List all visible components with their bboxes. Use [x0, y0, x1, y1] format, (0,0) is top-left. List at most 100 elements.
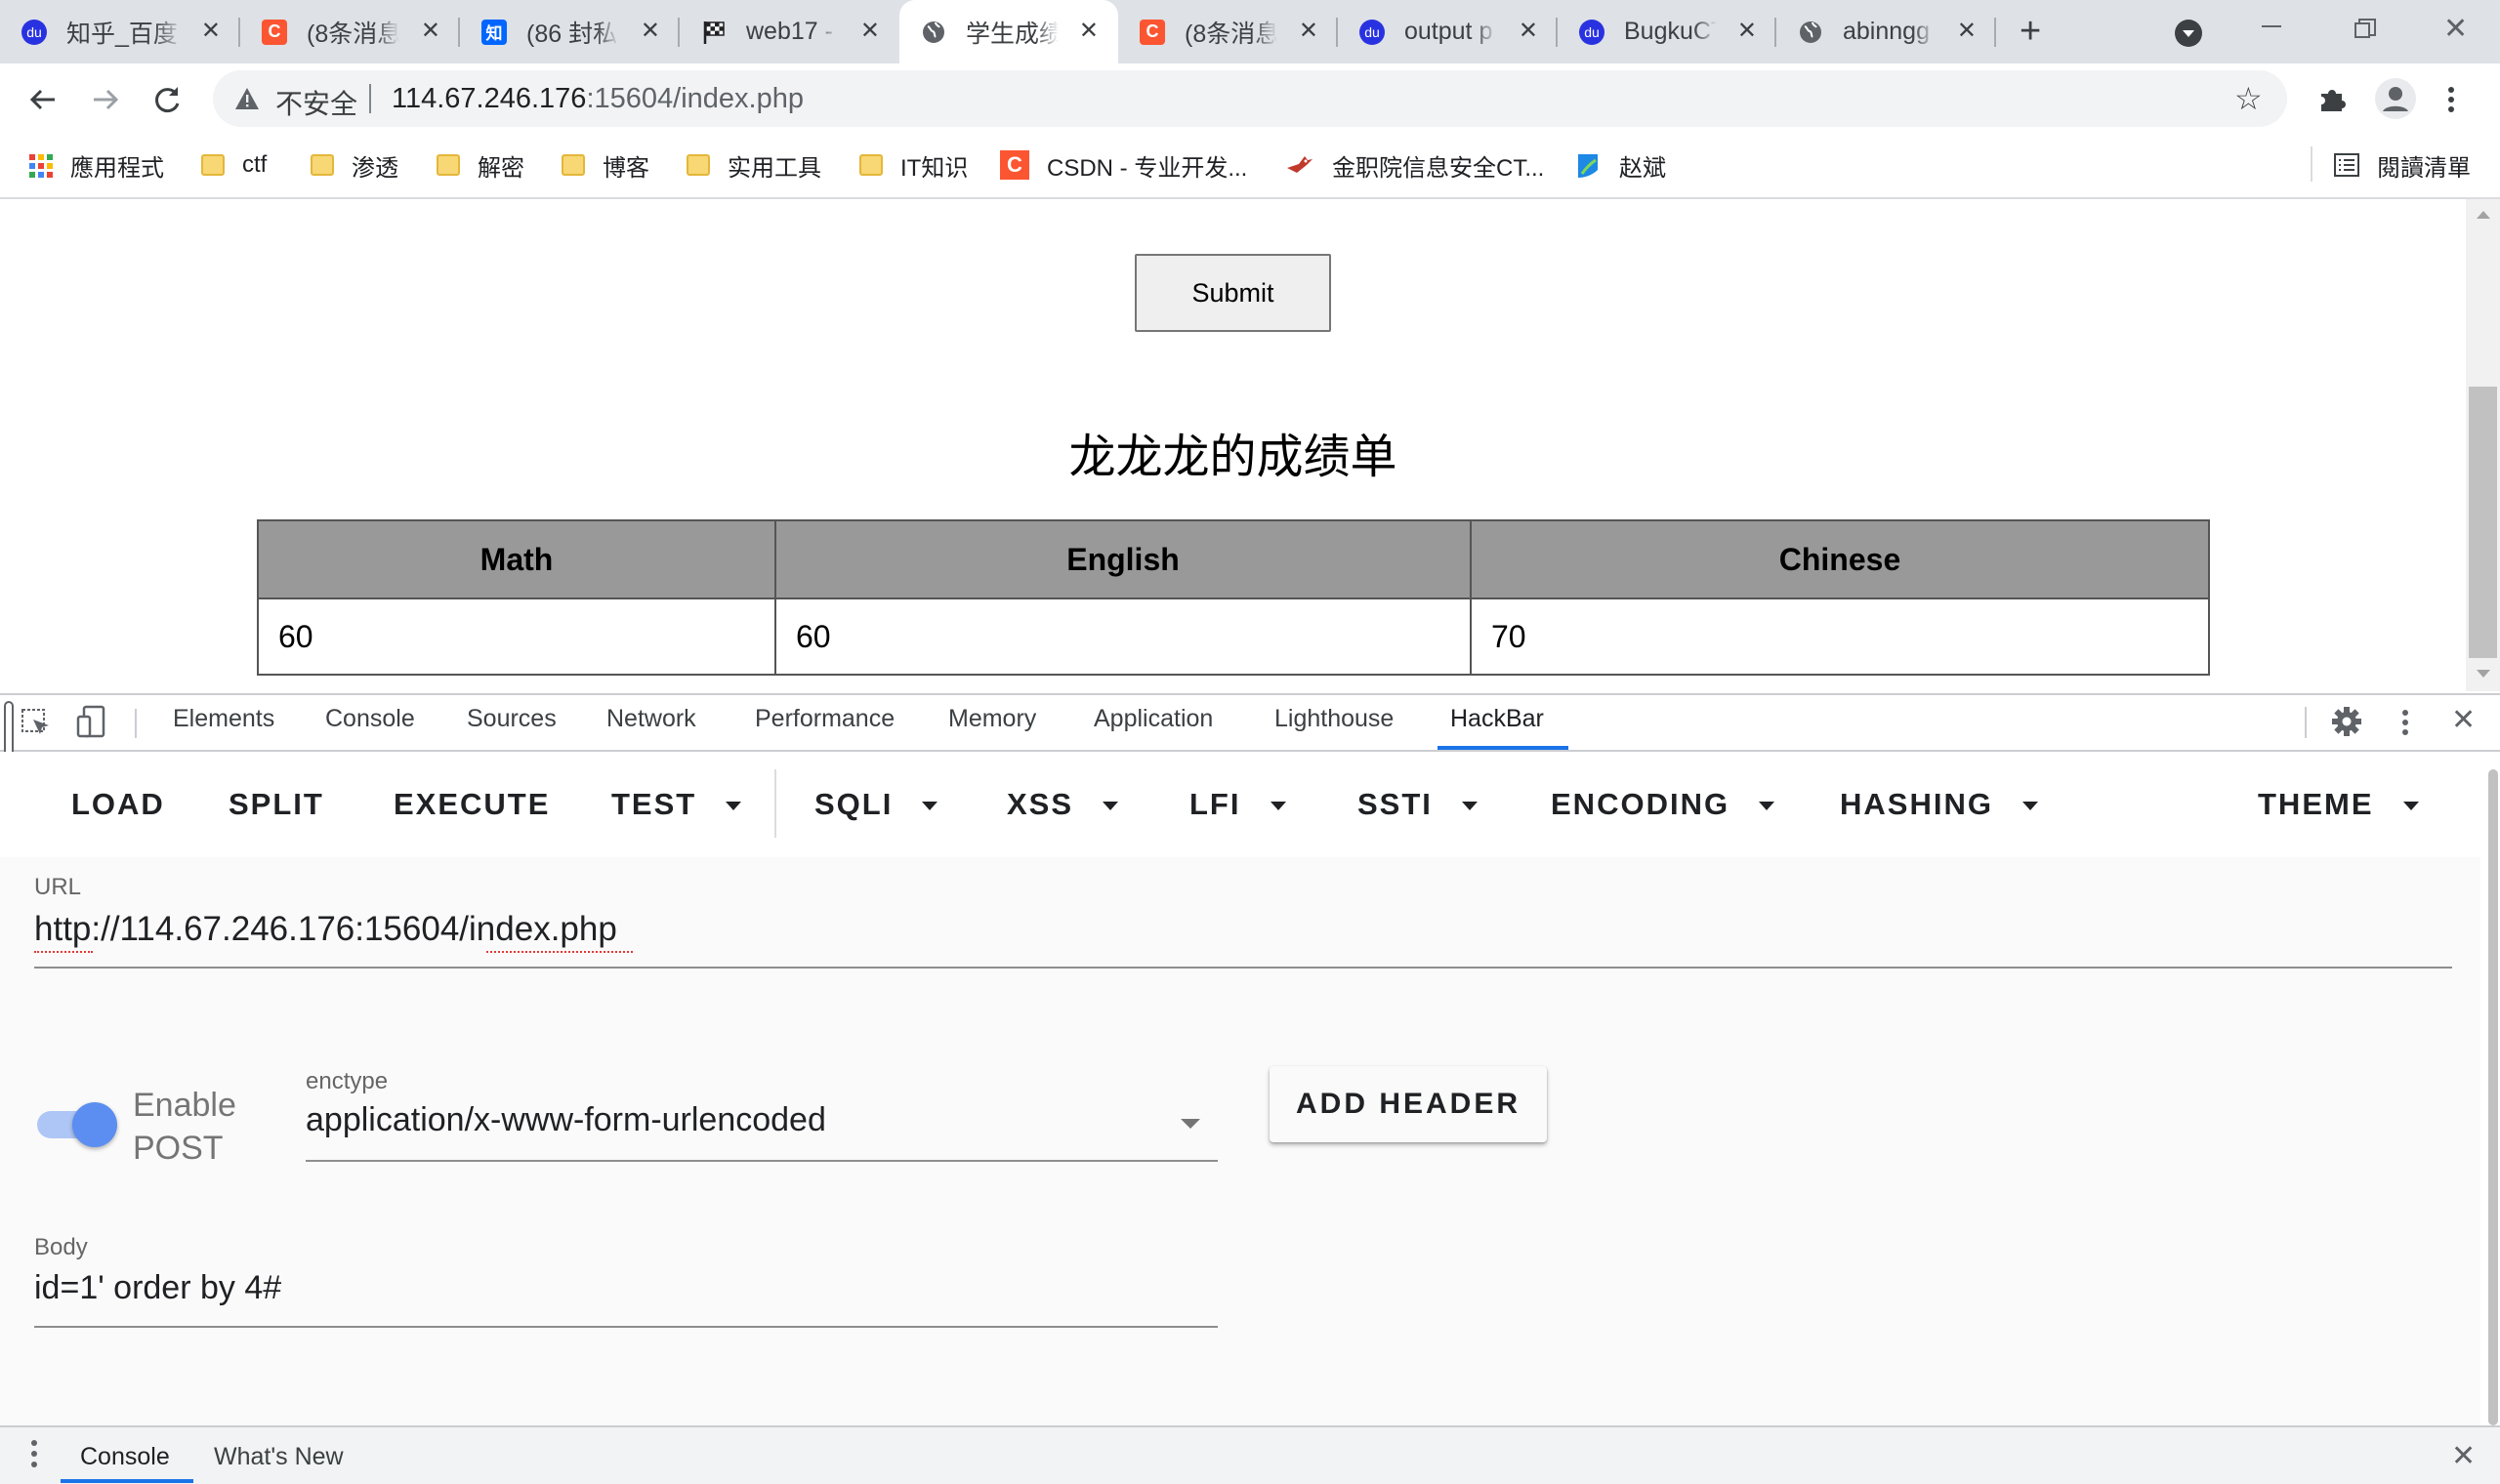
- enable-post-toggle-knob[interactable]: [72, 1102, 117, 1147]
- reload-icon[interactable]: [152, 84, 184, 115]
- body-field[interactable]: id=1' order by 4#: [34, 1269, 1218, 1328]
- submit-button[interactable]: Submit: [1135, 254, 1331, 332]
- scroll-up-arrow-icon[interactable]: [2477, 211, 2490, 219]
- tab-memory[interactable]: Memory: [948, 705, 1036, 733]
- tab-network[interactable]: Network: [606, 705, 696, 733]
- enctype-select[interactable]: application/x-www-form-urlencoded: [306, 1101, 1218, 1162]
- bookmark-folder-decrypt[interactable]: 解密: [437, 146, 524, 184]
- bookmark-csdn[interactable]: C CSDN - 专业开发...: [1000, 146, 1247, 184]
- bookmark-folder-tools[interactable]: 实用工具: [687, 146, 821, 184]
- hackbar-sqli-menu[interactable]: SQLI: [814, 787, 938, 822]
- bookmark-folder-it[interactable]: IT知识: [859, 146, 968, 184]
- tab-student-scores[interactable]: 学生成绩 ✕: [899, 0, 1118, 63]
- hackbar-theme-menu[interactable]: THEME: [2258, 787, 2419, 822]
- tab-csdn-messages[interactable]: C (8条消息 ✕: [240, 0, 460, 63]
- hackbar-ssti-menu[interactable]: SSTI: [1357, 787, 1478, 822]
- new-tab-plus-icon[interactable]: +: [2020, 13, 2041, 50]
- page-scrollbar-thumb[interactable]: [2469, 387, 2497, 658]
- hackbar-xss-menu[interactable]: XSS: [1007, 787, 1119, 822]
- tab-zhihu-messages[interactable]: 知 (86 封私信 ✕: [460, 0, 680, 63]
- bookmark-label: ctf: [242, 151, 268, 178]
- close-icon[interactable]: ✕: [1737, 18, 1757, 45]
- tab-zhihu-baidu[interactable]: du 知乎_百度 ✕: [0, 0, 240, 63]
- settings-gear-icon[interactable]: [2330, 705, 2363, 738]
- tab-csdn-messages-2[interactable]: C (8条消息 ✕: [1118, 0, 1338, 63]
- tab-hackbar[interactable]: HackBar: [1450, 705, 1544, 733]
- scroll-down-arrow-icon[interactable]: [2477, 670, 2490, 678]
- bookmark-folder-blog[interactable]: 博客: [562, 146, 649, 184]
- baidu-paw-icon: du: [1579, 19, 1604, 45]
- tab-title: output p: [1404, 18, 1493, 45]
- csdn-icon: C: [262, 19, 287, 45]
- back-arrow-icon[interactable]: [27, 84, 59, 115]
- folder-icon: [859, 154, 883, 176]
- tab-elements[interactable]: Elements: [173, 705, 274, 733]
- tab-search-icon[interactable]: [2175, 20, 2202, 47]
- close-icon[interactable]: ✕: [1299, 18, 1318, 45]
- dropdown-caret-icon: [1759, 802, 1775, 811]
- page-scrollbar[interactable]: [2466, 199, 2500, 691]
- hackbar-load-button[interactable]: LOAD: [71, 787, 165, 822]
- hackbar-execute-button[interactable]: EXECUTE: [394, 787, 550, 822]
- body-field-label: Body: [34, 1234, 88, 1260]
- tab-output[interactable]: du output p ✕: [1338, 0, 1558, 63]
- column-header-english: English: [774, 519, 1472, 599]
- hackbar-split-button[interactable]: SPLIT: [229, 787, 324, 822]
- globe-icon: [1798, 20, 1823, 45]
- bookmark-label: 渗透: [352, 154, 398, 182]
- forward-arrow-icon[interactable]: [90, 84, 121, 115]
- devtools-close-icon[interactable]: ✕: [2451, 703, 2476, 737]
- tab-title: 知乎_百度: [66, 20, 178, 48]
- devtools-menu-icon[interactable]: [2399, 707, 2411, 738]
- close-icon[interactable]: ✕: [1079, 18, 1099, 45]
- reading-list-button[interactable]: 閱讀清單: [2334, 146, 2471, 184]
- bookmark-star-icon[interactable]: ☆: [2234, 83, 2263, 114]
- device-toolbar-icon[interactable]: [76, 705, 107, 740]
- close-icon[interactable]: ✕: [1519, 18, 1538, 45]
- close-icon[interactable]: ✕: [421, 18, 440, 45]
- bookmark-ctf-site[interactable]: 金职院信息安全CT...: [1285, 146, 1544, 184]
- url-field[interactable]: http://114.67.246.176:15604/index.php: [34, 910, 2452, 969]
- browser-menu-icon[interactable]: [2445, 84, 2457, 115]
- extensions-puzzle-icon[interactable]: [2316, 84, 2348, 115]
- tab-sources[interactable]: Sources: [467, 705, 557, 733]
- tab-title: 学生成绩: [966, 20, 1059, 48]
- drawer-menu-icon[interactable]: [28, 1438, 40, 1469]
- hackbar-scrollbar-thumb[interactable]: [2488, 769, 2498, 1425]
- add-header-button[interactable]: ADD HEADER: [1270, 1066, 1547, 1142]
- url-path: :15604/index.php: [586, 83, 804, 114]
- tab-abinngg[interactable]: abinngg ✕: [1776, 0, 1996, 63]
- bookmark-zhaobin[interactable]: 赵斌: [1574, 146, 1666, 184]
- inspect-element-icon[interactable]: [20, 707, 53, 740]
- tab-web17[interactable]: web17 - ✕: [680, 0, 899, 63]
- bookmark-folder-pentest[interactable]: 渗透: [311, 146, 398, 184]
- warning-triangle-icon[interactable]: [234, 86, 260, 111]
- window-close-icon[interactable]: ✕: [2443, 12, 2468, 46]
- minimize-icon[interactable]: [2262, 25, 2281, 27]
- bookmark-label: 解密: [478, 154, 524, 182]
- close-icon[interactable]: ✕: [1957, 18, 1977, 45]
- drawer-tab-whats-new[interactable]: What's New: [214, 1443, 344, 1471]
- spellcheck-underline: [486, 951, 633, 953]
- tab-lighthouse[interactable]: Lighthouse: [1274, 705, 1394, 733]
- tab-application[interactable]: Application: [1094, 705, 1213, 733]
- tab-performance[interactable]: Performance: [755, 705, 895, 733]
- address-bar[interactable]: 不安全 114.67.246.176:15604/index.php ☆: [213, 70, 2287, 127]
- bookmark-apps[interactable]: 應用程式: [29, 146, 164, 184]
- bookmark-folder-ctf[interactable]: ctf: [201, 146, 267, 184]
- close-icon[interactable]: ✕: [860, 18, 880, 45]
- hackbar-lfi-menu[interactable]: LFI: [1189, 787, 1286, 822]
- profile-avatar-icon[interactable]: [2375, 78, 2416, 119]
- address-divider: [369, 84, 371, 113]
- drawer-close-icon[interactable]: ✕: [2451, 1439, 2476, 1473]
- hackbar-encoding-menu[interactable]: ENCODING: [1551, 787, 1775, 822]
- folder-icon: [311, 154, 334, 176]
- close-icon[interactable]: ✕: [201, 18, 221, 45]
- hackbar-hashing-menu[interactable]: HASHING: [1840, 787, 2038, 822]
- restore-icon[interactable]: [2354, 18, 2377, 41]
- drawer-tab-console[interactable]: Console: [80, 1443, 170, 1471]
- close-icon[interactable]: ✕: [641, 18, 660, 45]
- tab-bugku[interactable]: du BugkuCT ✕: [1558, 0, 1776, 63]
- tab-console[interactable]: Console: [325, 705, 415, 733]
- hackbar-test-menu[interactable]: TEST: [611, 787, 742, 822]
